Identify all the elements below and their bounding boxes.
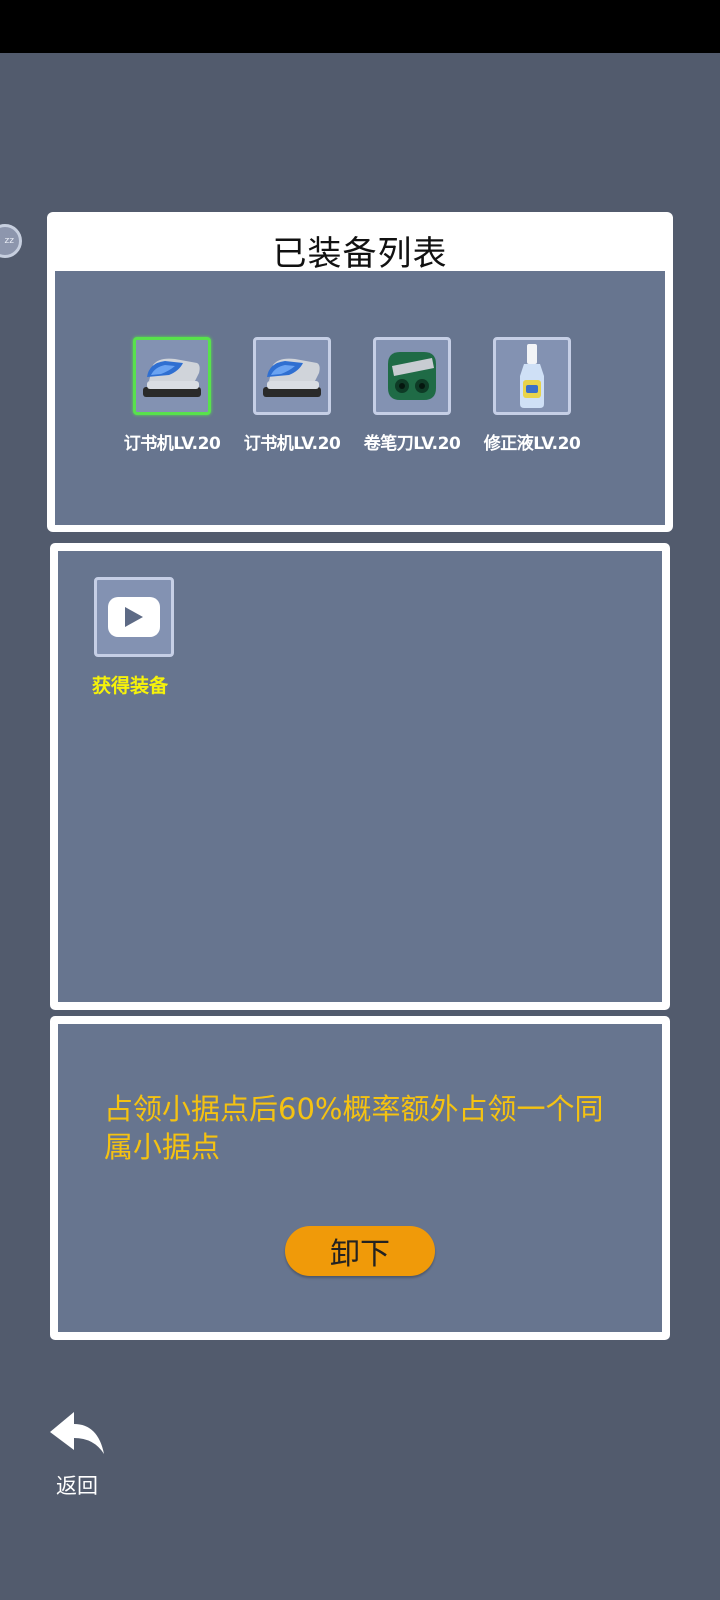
equipped-item-name: 订书机LV.20 bbox=[123, 434, 221, 454]
equipped-list-title: 已装备列表 bbox=[272, 234, 448, 274]
inventory-panel: 获得装备 bbox=[50, 543, 670, 1010]
back-label: 返回 bbox=[56, 1474, 98, 1498]
equipped-slot-sharpener[interactable]: 卷笔刀LV.20 bbox=[353, 337, 471, 454]
slot-frame bbox=[493, 337, 571, 415]
slot-frame bbox=[373, 337, 451, 415]
side-badge[interactable]: zz bbox=[0, 224, 22, 258]
pencil-sharpener-icon bbox=[388, 352, 436, 400]
get-equipment-label: 获得装备 bbox=[92, 675, 169, 697]
equipment-description: 占领小据点后60%概率额外占领一个同属小据点 bbox=[104, 1092, 604, 1164]
description-panel: 占领小据点后60%概率额外占领一个同属小据点 卸下 bbox=[50, 1016, 670, 1340]
get-equipment-frame bbox=[94, 577, 174, 657]
get-equipment-button[interactable]: 获得装备 bbox=[92, 577, 184, 698]
slot-frame-selected bbox=[133, 337, 211, 415]
back-button[interactable]: 返回 bbox=[48, 1410, 110, 1500]
equipped-slot-correction-fluid[interactable]: 修正液LV.20 bbox=[473, 337, 591, 454]
side-badge-text: zz bbox=[4, 236, 14, 246]
unequip-button[interactable]: 卸下 bbox=[285, 1226, 435, 1276]
equipped-slot-stapler-1[interactable]: 订书机LV.20 bbox=[113, 337, 231, 454]
stapler-icon bbox=[263, 358, 321, 397]
correction-fluid-icon bbox=[520, 344, 544, 408]
equipped-item-name: 订书机LV.20 bbox=[243, 434, 341, 454]
back-arrow-icon bbox=[50, 1412, 104, 1454]
video-play-icon bbox=[108, 597, 160, 637]
equipped-list-panel: 已装备列表 订书机LV.20 订书机LV.20 卷笔刀LV.20 修正液LV.2… bbox=[47, 212, 673, 532]
stapler-icon bbox=[143, 358, 201, 397]
equipped-slots-area: 订书机LV.20 订书机LV.20 卷笔刀LV.20 修正液LV.20 bbox=[55, 271, 665, 525]
play-triangle-icon bbox=[125, 607, 143, 627]
slot-frame bbox=[253, 337, 331, 415]
equipped-item-name: 修正液LV.20 bbox=[483, 434, 581, 454]
status-bar bbox=[0, 0, 720, 53]
equipped-slot-stapler-2[interactable]: 订书机LV.20 bbox=[233, 337, 351, 454]
equipped-item-name: 卷笔刀LV.20 bbox=[363, 434, 461, 454]
